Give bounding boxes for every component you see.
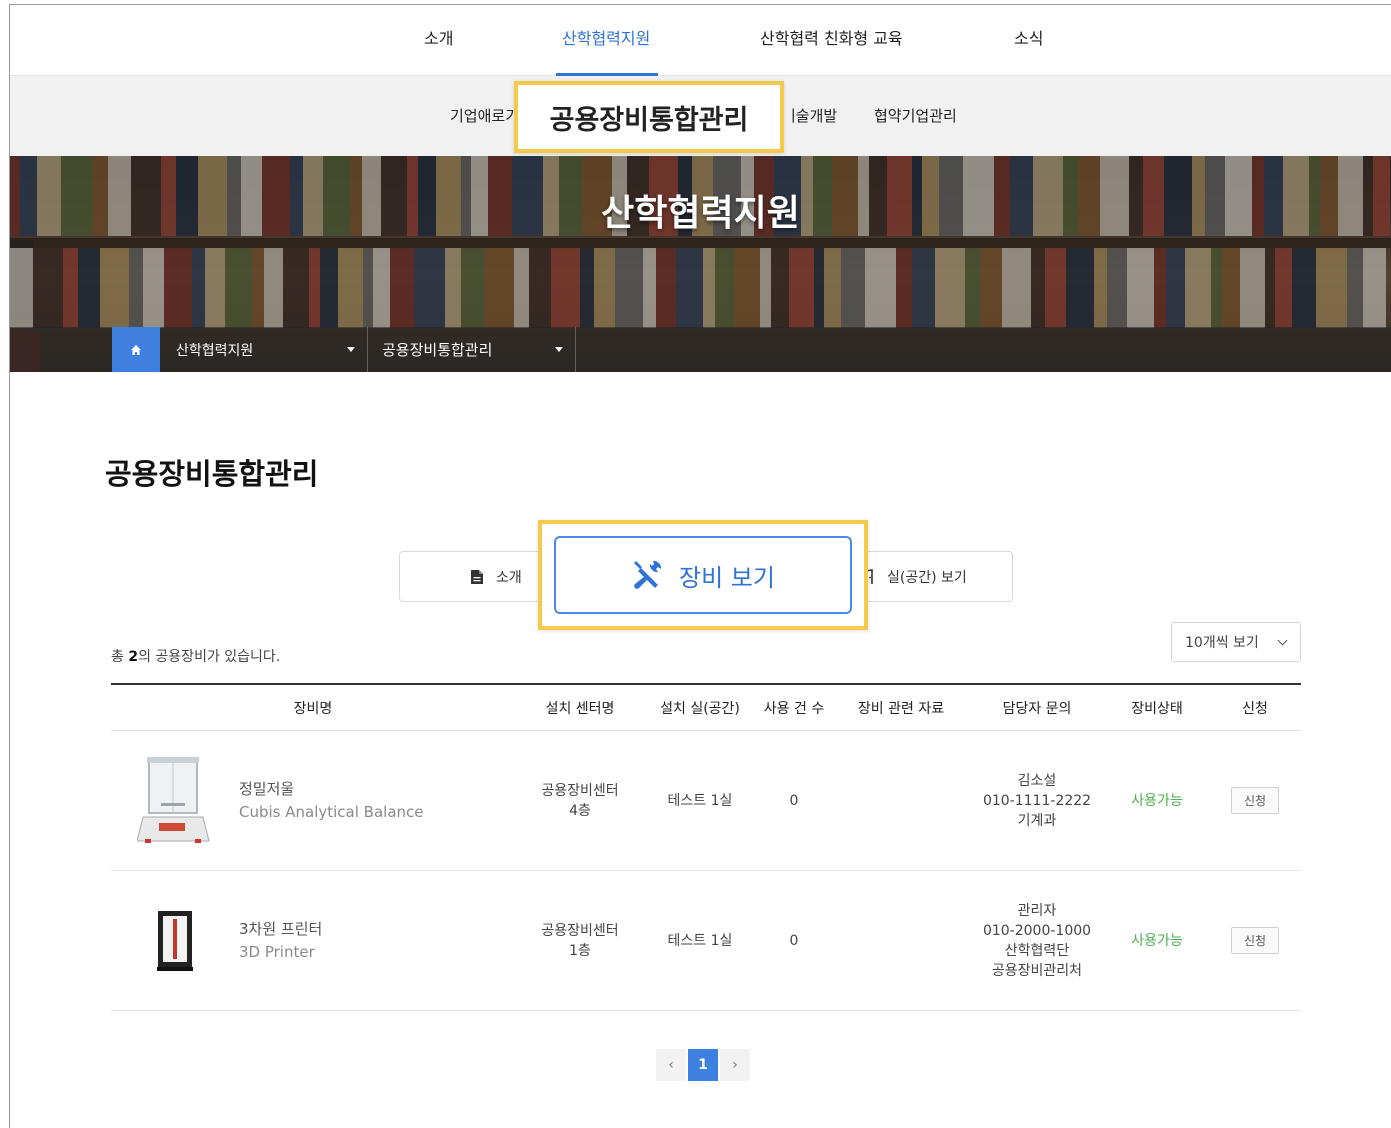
pagination: ‹ 1 › <box>656 1049 750 1081</box>
equipment-name-cell[interactable]: 정밀저울 Cubis Analytical Balance <box>239 731 519 870</box>
total-count-text: 총 2의 공용장비가 있습니다. <box>111 646 280 666</box>
equipment-name-en: 3D Printer <box>239 943 315 961</box>
per-page-value: 10개씩 보기 <box>1185 635 1259 651</box>
center-floor: 4층 <box>569 802 591 819</box>
subnav-item-tech-dev[interactable]: 기술개발 <box>790 105 837 126</box>
materials-cell <box>833 871 969 1010</box>
tab-space-label: 실(공간) 보기 <box>887 569 967 586</box>
contact-phone: 010-2000-1000 <box>982 922 1092 939</box>
center-floor: 1층 <box>569 942 591 959</box>
chevron-down-icon <box>1277 635 1288 646</box>
center-name: 공용장비센터 <box>541 782 619 799</box>
topnav-item-news[interactable]: 소식 <box>1014 25 1043 49</box>
caret-down-icon <box>347 347 355 352</box>
equipment-name-en: Cubis Analytical Balance <box>239 803 424 821</box>
tab-intro[interactable]: 소개 <box>470 552 522 601</box>
per-page-select[interactable]: 10개씩 보기 <box>1171 622 1301 662</box>
banner-title: 산학협력지원 <box>601 193 800 234</box>
table-header: 장비명 설치 센터명 설치 실(공간) 사용 건 수 장비 관련 자료 담당자 … <box>111 683 1301 731</box>
subnav-item-partner-companies[interactable]: 협약기업관리 <box>874 105 957 126</box>
apply-cell: 신청 <box>1209 731 1301 870</box>
next-page-button[interactable]: › <box>720 1049 750 1081</box>
table-row: 정밀저울 Cubis Analytical Balance 공용장비센터 4층 … <box>111 731 1301 871</box>
tab-space-view[interactable]: 실(공간) 보기 <box>863 552 967 601</box>
equipment-image-3d-printer[interactable] <box>137 871 213 1010</box>
total-suffix: 의 공용장비가 있습니다. <box>138 649 281 665</box>
usage-count-cell: 0 <box>789 792 799 809</box>
col-header-room: 설치 실(공간) <box>660 701 740 717</box>
subnav-item-company-difficulty[interactable]: 기업애로기 <box>450 105 519 126</box>
center-cell: 공용장비센터 1층 <box>515 871 645 1010</box>
contact-phone: 010-1111-2222 <box>982 792 1092 809</box>
tools-icon <box>634 560 662 589</box>
col-header-status: 장비상태 <box>1131 701 1183 717</box>
apply-cell: 신청 <box>1209 871 1301 1010</box>
center-name: 공용장비센터 <box>541 922 619 939</box>
home-icon <box>131 344 141 355</box>
col-header-usage: 사용 건 수 <box>763 701 825 717</box>
callout-subnav-equipment-management[interactable]: 공용장비통합관리 <box>514 81 784 153</box>
printer-image-icon <box>157 910 193 971</box>
total-prefix: 총 <box>111 649 129 665</box>
top-navigation: 소개 산학협력지원 산학협력 친화형 교육 소식 <box>10 5 1391 76</box>
contact-name: 김소설 <box>1017 772 1057 789</box>
status-badge: 사용가능 <box>1131 792 1183 809</box>
tab-equipment-view[interactable]: 장비 보기 <box>554 536 852 614</box>
breadcrumb-level2-label: 공용장비통합관리 <box>382 341 493 359</box>
topnav-item-friendly-education[interactable]: 산학협력 친화형 교육 <box>760 25 903 49</box>
equipment-name-ko: 3차원 프린터 <box>239 920 323 938</box>
contact-office: 공용장비관리처 <box>991 962 1083 979</box>
equipment-table: 장비명 설치 센터명 설치 실(공간) 사용 건 수 장비 관련 자료 담당자 … <box>111 683 1301 1011</box>
document-icon <box>471 569 483 584</box>
browser-frame: 소개 산학협력지원 산학협력 친화형 교육 소식 기업애로기 기술개발 협약기업… <box>9 4 1391 1128</box>
room-cell: 테스트 1실 <box>667 932 733 949</box>
page-button-current[interactable]: 1 <box>688 1049 718 1081</box>
col-header-name: 장비명 <box>293 701 333 717</box>
table-row: 3차원 프린터 3D Printer 공용장비센터 1층 테스트 1실 0 관리… <box>111 871 1301 1011</box>
contact-cell: 김소설 010-1111-2222 기계과 <box>969 731 1105 870</box>
col-header-center: 설치 센터명 <box>545 701 615 717</box>
apply-button[interactable]: 신청 <box>1230 787 1280 814</box>
room-cell: 테스트 1실 <box>667 792 733 809</box>
center-cell: 공용장비센터 4층 <box>515 731 645 870</box>
page-title: 공용장비통합관리 <box>105 457 319 491</box>
materials-cell <box>833 731 969 870</box>
status-badge: 사용가능 <box>1131 932 1183 949</box>
equipment-name-ko: 정밀저울 <box>239 780 295 798</box>
equipment-name-cell[interactable]: 3차원 프린터 3D Printer <box>239 871 519 1010</box>
breadcrumb-level2[interactable]: 공용장비통합관리 <box>368 327 576 372</box>
contact-name: 관리자 <box>1017 902 1057 919</box>
balance-image-icon <box>137 756 210 843</box>
hero-banner: 산학협력지원 산학협력지원 공용장비통합관리 <box>10 156 1391 372</box>
topnav-item-intro[interactable]: 소개 <box>424 25 453 49</box>
total-count: 2 <box>128 649 139 665</box>
apply-button[interactable]: 신청 <box>1230 927 1280 954</box>
contact-dept: 기계과 <box>1017 812 1057 829</box>
contact-cell: 관리자 010-2000-1000 산학협력단 공용장비관리처 <box>969 871 1105 1010</box>
breadcrumb-level1-label: 산학협력지원 <box>176 342 254 359</box>
equipment-image-balance[interactable] <box>137 731 213 870</box>
col-header-materials: 장비 관련 자료 <box>857 701 945 717</box>
tab-intro-label: 소개 <box>496 569 522 586</box>
topnav-item-industry-support[interactable]: 산학협력지원 <box>562 25 650 49</box>
callout-tab-equipment: 장비 보기 <box>538 520 868 630</box>
prev-page-button[interactable]: ‹ <box>656 1049 686 1081</box>
breadcrumb-level1[interactable]: 산학협력지원 <box>160 327 368 372</box>
tab-equipment-label: 장비 보기 <box>679 563 775 592</box>
caret-down-icon <box>555 347 563 352</box>
col-header-apply: 신청 <box>1242 701 1268 717</box>
usage-count-cell: 0 <box>789 932 799 949</box>
home-button[interactable] <box>112 327 160 372</box>
contact-dept: 산학협력단 <box>1004 942 1070 959</box>
col-header-contact: 담당자 문의 <box>1002 701 1072 717</box>
